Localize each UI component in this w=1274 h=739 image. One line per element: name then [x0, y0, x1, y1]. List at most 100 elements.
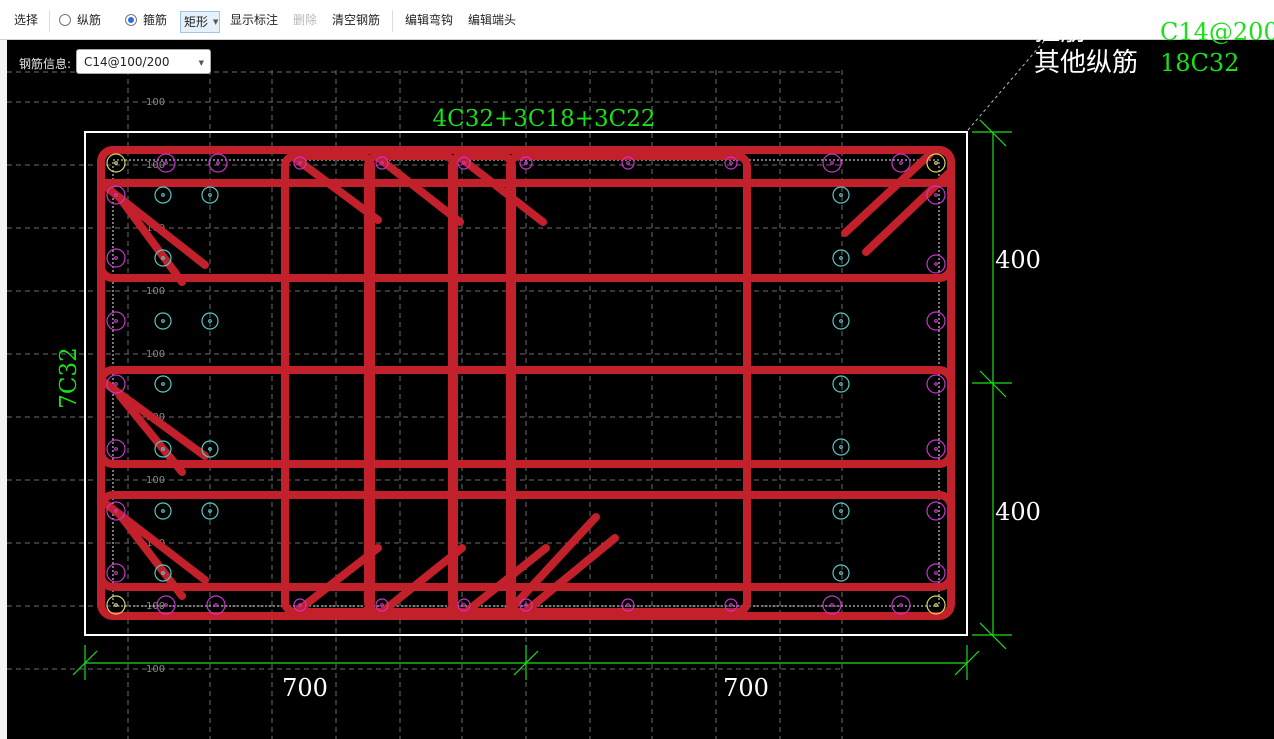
outer-stirrup: [97, 146, 955, 620]
rebar-center: [934, 262, 938, 266]
rebar-info-select[interactable]: C14@100/200 ▼: [76, 49, 211, 74]
rebar-center: [164, 161, 168, 165]
rebar-center: [830, 161, 834, 165]
rebar-bar: [106, 439, 126, 459]
rebar-center: [934, 603, 938, 607]
grid-label: 100: [146, 475, 165, 486]
top-rebar-label: 4C32+3C18+3C22: [432, 106, 655, 132]
rebar-bar: [832, 438, 850, 456]
rebar-center: [839, 571, 843, 575]
rebar-center: [934, 509, 938, 513]
rebar-center: [729, 603, 733, 607]
rebar-bar: [832, 312, 850, 330]
rebar-info-label: 钢筋信息:: [19, 57, 72, 71]
rebar-info-value: C14@100/200: [84, 55, 170, 69]
grid-label: 100: [146, 160, 165, 171]
rebar-center: [839, 319, 843, 323]
other-rebar-value: 18C32: [1160, 49, 1239, 77]
inner-stirrup-2: [364, 152, 458, 616]
rebar-center: [839, 509, 843, 513]
rebar-center: [114, 256, 118, 260]
rebar-bar: [154, 312, 172, 330]
rebar-center: [934, 571, 938, 575]
rebar-bar: [926, 439, 946, 459]
rebar-bar: [926, 595, 946, 615]
stirrup-hook: [97, 376, 209, 460]
rebar-center: [839, 256, 843, 260]
grid-label: 100: [146, 664, 165, 675]
rebar-center: [839, 445, 843, 449]
rebar-bar: [106, 595, 126, 615]
cut-off-title: 拉筋: [1034, 17, 1086, 47]
rebar-center: [934, 382, 938, 386]
rebar-bar: [926, 374, 946, 394]
rebar-center: [839, 382, 843, 386]
rebar-center: [114, 382, 118, 386]
stirrup-hook: [454, 152, 547, 226]
rebar-bar: [154, 502, 172, 520]
rebar-center: [626, 161, 630, 165]
rebar-bar: [832, 186, 850, 204]
rebar-bar: [822, 595, 842, 615]
rebar-center: [899, 603, 903, 607]
dimension-right-top: 400: [995, 246, 1041, 274]
rebar-bar: [891, 595, 911, 615]
rebar-bar: [822, 153, 842, 173]
grid-label: 100: [146, 97, 165, 108]
rebar-center: [216, 161, 220, 165]
rebar-bar: [154, 375, 172, 393]
rebar-center: [114, 319, 118, 323]
rebar-center: [830, 603, 834, 607]
rebar-center: [934, 447, 938, 451]
rebar-center: [114, 603, 118, 607]
rebar-center: [934, 161, 938, 165]
other-rebar-title: 其他纵筋: [1034, 48, 1138, 78]
grid-label: 100: [146, 349, 165, 360]
inner-stirrup-1: [281, 152, 375, 616]
rebar-center: [164, 603, 168, 607]
rebar-bar: [926, 153, 946, 173]
side-rebar-label: 7C32: [56, 347, 82, 409]
rebar-center: [729, 161, 733, 165]
rebar-center: [626, 603, 630, 607]
dimension-bottom-left: 700: [282, 674, 328, 702]
rebar-center: [934, 193, 938, 197]
rebar-bar: [154, 186, 172, 204]
rebar-center: [839, 193, 843, 197]
rebar-bar: [106, 311, 126, 331]
rebar-center: [462, 603, 466, 607]
rebar-bar: [926, 254, 946, 274]
stirrup-hook: [841, 150, 934, 237]
rebar-center: [161, 319, 165, 323]
toolbar-top-edge: [0, 0, 1274, 6]
rebar-center: [208, 193, 212, 197]
section-drawing-canvas[interactable]: 100100100100100100100100100100 400 400 7…: [0, 0, 1274, 739]
rebar-center: [161, 382, 165, 386]
rebar-bar: [208, 153, 228, 173]
dimension-bottom-right: 700: [723, 674, 769, 702]
rebar-bar: [832, 249, 850, 267]
rebar-center: [208, 319, 212, 323]
rebar-center: [114, 571, 118, 575]
rebar-center: [161, 193, 165, 197]
rebar-center: [161, 509, 165, 513]
rebar-bar: [832, 502, 850, 520]
rebar-bar: [106, 563, 126, 583]
rebar-bar: [832, 564, 850, 582]
stirrup-hook: [372, 152, 464, 226]
dimension-right-bottom: 400: [995, 498, 1041, 526]
rebar-center: [114, 161, 118, 165]
rebar-bar: [891, 153, 911, 173]
rebar-bar: [106, 153, 126, 173]
stirrup-group: [97, 146, 955, 620]
rebar-bar: [926, 501, 946, 521]
rebar-center: [934, 319, 938, 323]
rebar-center: [114, 447, 118, 451]
grid-label: 100: [146, 286, 165, 297]
chevron-down-icon: ▼: [198, 59, 204, 67]
rebar-bar: [832, 375, 850, 393]
cut-off-value: C14@200: [1160, 18, 1274, 46]
rebar-center: [380, 603, 384, 607]
rebar-center: [214, 603, 218, 607]
rebar-center: [899, 161, 903, 165]
